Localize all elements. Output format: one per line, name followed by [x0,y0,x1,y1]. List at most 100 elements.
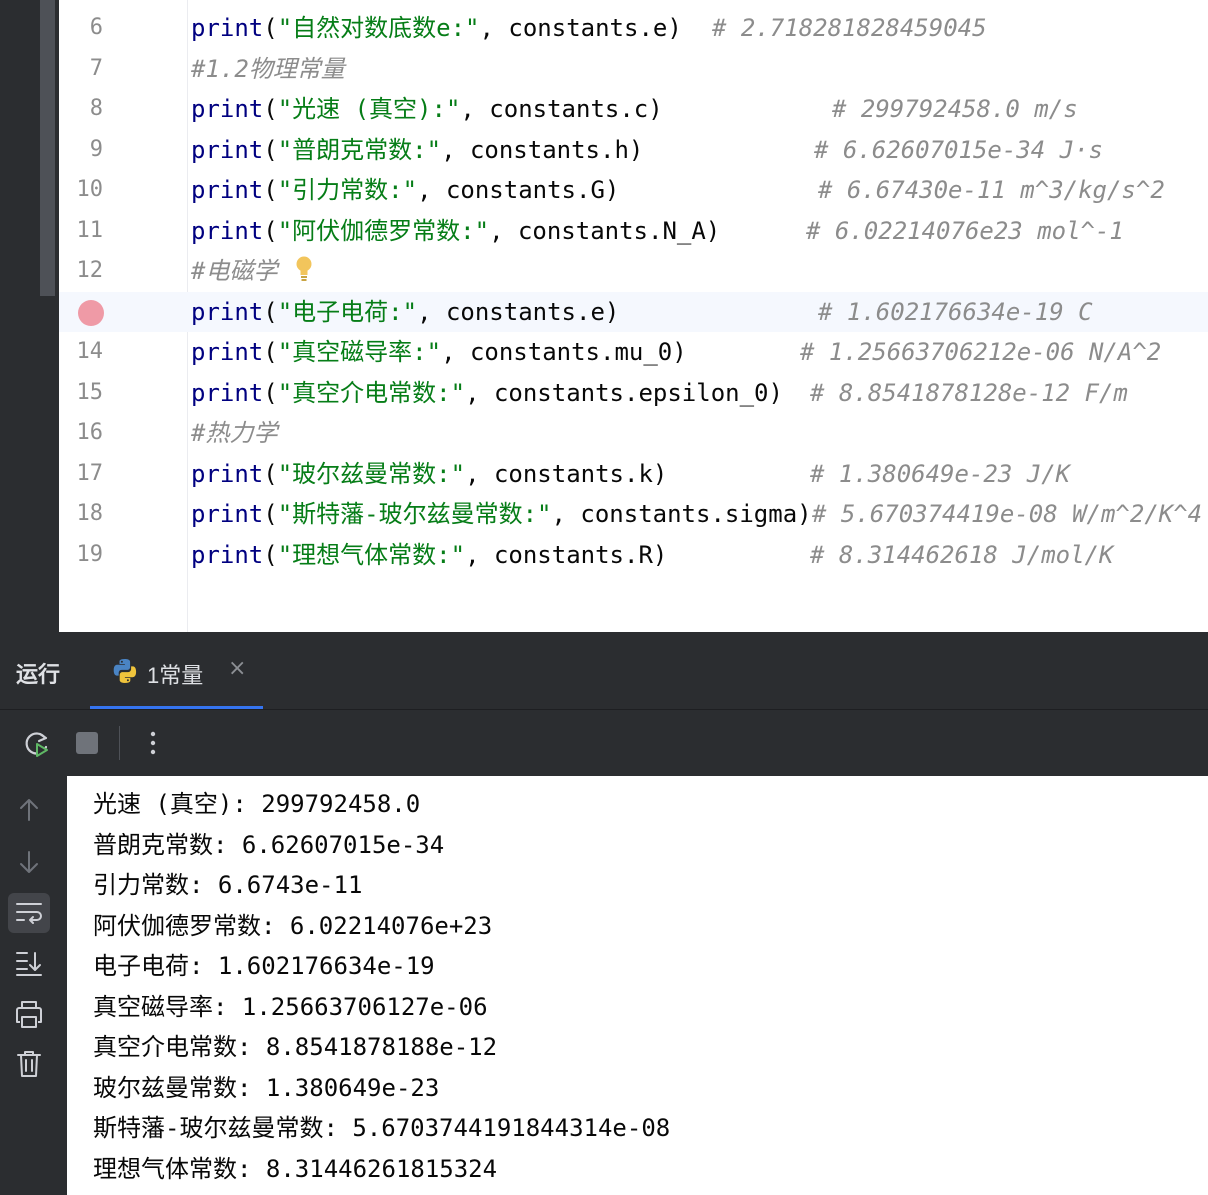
function-name: print [191,95,264,123]
code-line[interactable]: 9 print("普朗克常数:", constants.h) # 6.6260701… [59,130,1208,170]
code-line[interactable]: 10 print("引力常数:", constants.G) # 6.67430e-… [59,170,1208,210]
output-line: 引力常数: 6.6743e-11 [93,871,363,899]
code-text: print("玻尔兹曼常数:", constants.k) [191,454,667,494]
code-text: print("电子电荷:", constants.e) [191,292,619,332]
code-text: #电磁学 [191,251,277,291]
tab-run-config[interactable]: 1常量 × [90,632,263,710]
console-side-toolbar [0,776,67,1195]
paren: ( [263,136,278,164]
run-toolwindow-title: 运行 [16,662,61,687]
comment-text: # 299792458.0 m/s [832,95,1078,123]
string-literal: "电子电荷:" [277,298,418,326]
code-text: print("光速 (真空):", constants.c) [191,89,663,129]
paren: ( [263,298,278,326]
code-line[interactable]: 8 print("光速 (真空):", constants.c) # 2997924… [59,89,1208,129]
lightbulb-icon[interactable] [296,255,312,283]
code-line[interactable]: 7 #1.2物理常量 [59,49,1208,89]
stop-icon[interactable] [70,726,104,760]
string-literal: "理想气体常数:" [277,541,466,569]
comment-text: # 5.670374419e-08 W/m^2/K^4 [812,500,1203,528]
function-name: print [191,338,264,366]
code-line[interactable]: 17 print("玻尔兹曼常数:", constants.k) # 1.38064… [59,454,1208,494]
code-line[interactable]: 11 print("阿伏伽德罗常数:", constants.N_A) # 6.02… [59,211,1208,251]
line-number: 12 [76,258,104,283]
code-editor[interactable]: 6 print("自然对数底数e:", constants.e) # 2.71828… [59,0,1208,632]
code-rest: , constants.N_A) [489,217,721,245]
paren: ( [263,541,278,569]
code-line[interactable]: 18 print("斯特藩-玻尔兹曼常数:", constants.sigma) #… [59,494,1208,534]
string-literal: "真空介电常数:" [277,379,466,407]
function-name: print [191,298,264,326]
code-text: print("普朗克常数:", constants.h) [191,130,643,170]
paren: ( [263,95,278,123]
comment-text: #1.2物理常量 [191,55,345,83]
comment-text: # 1.25663706212e-06 N/A^2 [800,338,1162,366]
line-number: 16 [76,420,104,445]
scroll-down-icon[interactable] [8,842,50,882]
code-text: print("理想气体常数:", constants.R) [191,535,667,575]
code-line[interactable]: 12 #电磁学 [59,251,1208,291]
paren: ( [263,14,278,42]
code-text: print("斯特藩-玻尔兹曼常数:", constants.sigma) [191,494,812,534]
output-line: 斯特藩-玻尔兹曼常数: 5.6703744191844314e-08 [93,1114,671,1142]
output-line: 玻尔兹曼常数: 1.380649e-23 [93,1074,440,1102]
string-literal: "玻尔兹曼常数:" [277,460,466,488]
comment-text: # 6.62607015e-34 J·s [814,136,1103,164]
line-number: 6 [89,15,103,40]
output-line: 普朗克常数: 6.62607015e-34 [93,831,445,859]
paren: ( [263,338,278,366]
code-rest: , constants.e) [479,14,682,42]
console-output[interactable]: 光速 (真空): 299792458.0 普朗克常数: 6.62607015e-3… [67,776,1208,1195]
scroll-up-icon[interactable] [8,790,50,830]
breakpoint-icon[interactable] [78,300,104,326]
function-name: print [191,217,264,245]
code-rest: , constants.mu_0) [441,338,687,366]
code-line[interactable]: 16 #热力学 [59,413,1208,453]
paren: ( [263,176,278,204]
function-name: print [191,379,264,407]
code-line[interactable]: 19 print("理想气体常数:", constants.R) # 8.31446… [59,535,1208,575]
code-rest: , constants.sigma) [551,500,812,528]
code-text: print("引力常数:", constants.G) [191,170,619,210]
string-literal: "斯特藩-玻尔兹曼常数:" [277,500,552,528]
run-toolbar [0,710,1208,776]
line-number: 18 [76,501,104,526]
function-name: print [191,14,264,42]
close-icon[interactable]: × [228,656,246,681]
comment-text: # 2.718281828459045 [712,14,987,42]
editor-scrollbar[interactable] [40,0,55,296]
output-line: 阿伏伽德罗常数: 6.02214076e+23 [93,912,493,940]
comment-text: #电磁学 [191,257,278,285]
code-rest: , constants.R) [465,541,668,569]
function-name: print [191,460,264,488]
line-number: 10 [76,177,104,202]
output-line: 光速 (真空): 299792458.0 [93,790,421,818]
code-text: #1.2物理常量 [191,49,345,89]
string-literal: "阿伏伽德罗常数:" [277,217,490,245]
scroll-to-end-icon[interactable] [8,943,50,983]
rerun-icon[interactable] [20,726,54,760]
code-line[interactable]: 14 print("真空磁导率:", constants.mu_0) # 1.256… [59,332,1208,372]
toolbar-separator [119,726,120,760]
string-literal: "引力常数:" [277,176,418,204]
function-name: print [191,541,264,569]
print-icon[interactable] [8,994,50,1034]
line-number: 14 [76,339,104,364]
line-number: 11 [76,218,104,243]
line-number: 8 [89,96,103,121]
code-rest: , constants.G) [417,176,620,204]
output-line: 真空介电常数: 8.8541878188e-12 [93,1033,498,1061]
editor-left-strip [0,0,59,632]
soft-wrap-icon[interactable] [8,893,50,933]
code-line[interactable]: 6 print("自然对数底数e:", constants.e) # 2.71828… [59,8,1208,48]
line-number: 9 [89,137,103,162]
comment-text: # 8.8541878128e-12 F/m [810,379,1128,407]
string-literal: "普朗克常数:" [277,136,442,164]
code-rest: , constants.k) [465,460,668,488]
paren: ( [263,379,278,407]
function-name: print [191,136,264,164]
more-options-icon[interactable] [136,726,170,760]
code-line[interactable]: 15 print("真空介电常数:", constants.epsilon_0) #… [59,373,1208,413]
delete-icon[interactable] [8,1044,50,1084]
code-line[interactable]: print("电子电荷:", constants.e) # 1.602176634… [59,292,1208,332]
